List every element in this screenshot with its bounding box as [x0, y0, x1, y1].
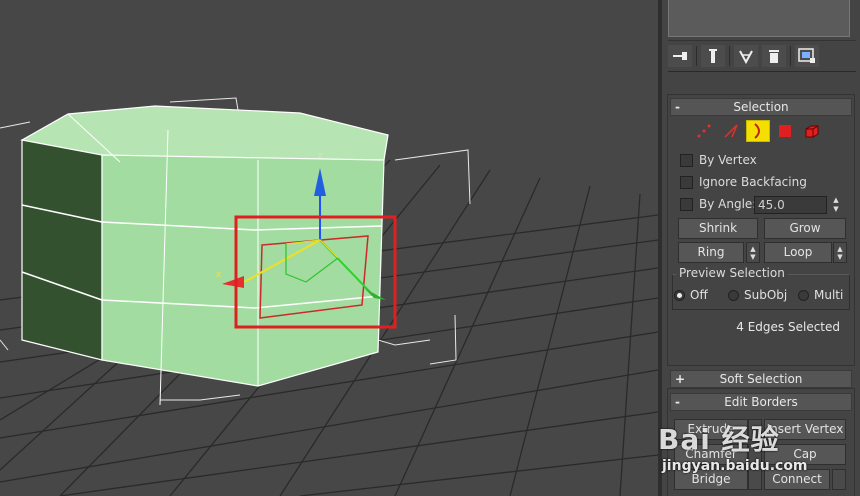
baidu-watermark: Bai 经验 — [658, 418, 780, 458]
border-icon — [754, 123, 760, 139]
preview-selection-title: Preview Selection — [676, 266, 788, 280]
polygon-icon — [779, 125, 791, 137]
subobject-level-icons — [692, 120, 824, 142]
by-angle-checkbox-row[interactable]: By Angle: — [680, 197, 756, 211]
show-end-result-icon — [709, 49, 717, 63]
edit-borders-rollout-header[interactable]: - Edit Borders — [670, 393, 852, 411]
vertex-level-button[interactable] — [692, 120, 716, 142]
stack-toolbar — [668, 40, 856, 72]
gizmo-x-label: x — [216, 270, 222, 280]
preview-off-radio-row[interactable]: Off — [674, 288, 708, 302]
preview-multi-radio[interactable] — [798, 289, 809, 301]
soft-selection-title: Soft Selection — [719, 372, 803, 386]
ring-spinner[interactable]: ▲ ▼ — [746, 242, 760, 263]
connect-settings-button[interactable] — [832, 469, 846, 490]
by-angle-checkbox[interactable] — [680, 197, 693, 211]
ring-button[interactable]: Ring — [678, 242, 744, 263]
shrink-button[interactable]: Shrink — [678, 218, 758, 239]
watermark-logo: Bai 经验 — [658, 423, 780, 456]
preview-multi-radio-row[interactable]: Multi — [798, 288, 843, 302]
by-vertex-label: By Vertex — [699, 153, 757, 167]
spinner-down-icon: ▼ — [750, 252, 756, 261]
grow-button[interactable]: Grow — [764, 218, 846, 239]
pin-icon — [673, 52, 687, 60]
by-vertex-checkbox-row[interactable]: By Vertex — [680, 153, 757, 167]
perspective-viewport[interactable]: z x — [0, 0, 658, 496]
spinner-up-icon: ▲ — [837, 244, 843, 253]
loop-button[interactable]: Loop — [764, 242, 832, 263]
preview-off-label: Off — [690, 288, 708, 302]
spinner-up-icon: ▲ — [750, 244, 756, 253]
ignore-backfacing-label: Ignore Backfacing — [699, 175, 807, 189]
trash-icon — [769, 50, 779, 63]
selection-rollout-title: Selection — [733, 100, 789, 114]
modifier-stack-list[interactable] — [668, 0, 850, 37]
edge-icon — [724, 124, 738, 138]
show-end-result-button[interactable] — [701, 45, 725, 67]
configure-modifier-sets-button[interactable] — [795, 45, 819, 67]
octagon-prism[interactable] — [20, 105, 389, 406]
soft-selection-rollout-header[interactable]: + Soft Selection — [670, 370, 852, 388]
spinner-down-icon: ▼ — [833, 205, 839, 213]
angle-value-field[interactable]: 45.0 — [754, 196, 827, 214]
make-unique-button[interactable] — [734, 45, 758, 67]
configure-sets-icon — [798, 48, 815, 63]
ignore-backfacing-checkbox[interactable] — [680, 175, 693, 189]
pin-stack-button[interactable] — [668, 45, 692, 67]
by-angle-label: By Angle: — [699, 197, 757, 211]
watermark-url: jingyan.baidu.com — [662, 458, 808, 474]
spinner-up-icon: ▲ — [833, 196, 839, 204]
selection-status-text: 4 Edges Selected — [736, 320, 840, 334]
selection-rollout-header[interactable]: - Selection — [670, 98, 852, 116]
preview-subobj-label: SubObj — [744, 288, 788, 302]
polygon-level-button[interactable] — [773, 120, 797, 142]
gizmo-z-label: z — [318, 151, 323, 161]
edge-level-button[interactable] — [719, 120, 743, 142]
ignore-backfacing-checkbox-row[interactable]: Ignore Backfacing — [680, 175, 807, 189]
edit-borders-title: Edit Borders — [724, 395, 798, 409]
preview-subobj-radio[interactable] — [728, 289, 739, 301]
make-unique-icon — [739, 50, 753, 64]
spinner-down-icon: ▼ — [837, 252, 843, 261]
angle-spinner[interactable]: ▲ ▼ — [830, 196, 842, 214]
border-level-button[interactable] — [746, 120, 770, 142]
remove-modifier-button[interactable] — [762, 45, 786, 67]
preview-multi-label: Multi — [814, 288, 844, 302]
loop-spinner[interactable]: ▲ ▼ — [833, 242, 847, 263]
vertex-icon — [697, 124, 711, 138]
viewport-scene: z x — [0, 97, 658, 496]
preview-off-radio[interactable] — [674, 289, 685, 301]
element-icon — [805, 125, 819, 138]
by-vertex-checkbox[interactable] — [680, 153, 693, 167]
element-level-button[interactable] — [800, 120, 824, 142]
preview-subobj-radio-row[interactable]: SubObj — [728, 288, 787, 302]
